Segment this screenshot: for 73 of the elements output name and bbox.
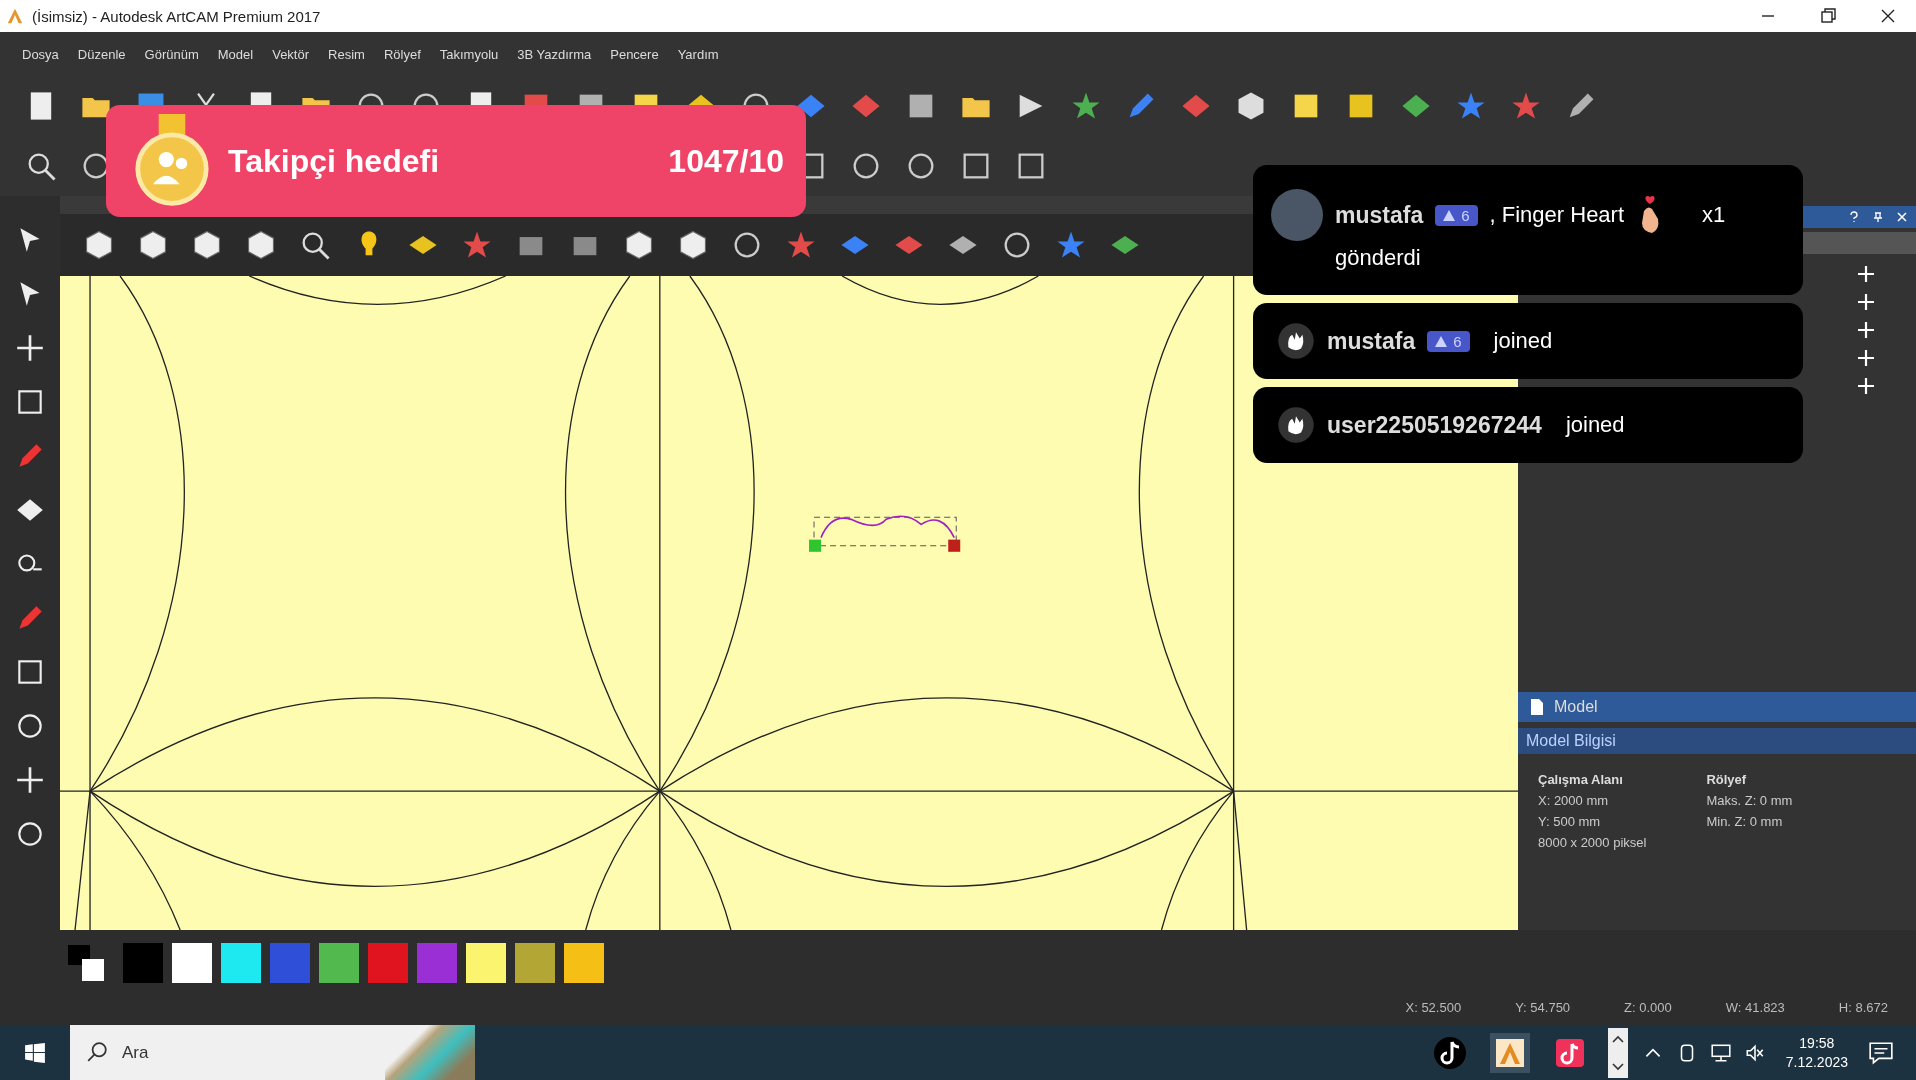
status-text: H: 8.672 (1838, 1000, 1888, 1015)
action-text: joined (1565, 412, 1625, 438)
waving-hand-icon (1277, 322, 1315, 360)
plus-icon[interactable] (1856, 292, 1876, 312)
menu-item[interactable]: Pencere (610, 46, 659, 62)
scroll-arrows-icon[interactable] (1607, 1027, 1628, 1078)
clock-time[interactable]: 19:58 (1799, 1035, 1835, 1051)
windows-start-icon[interactable] (24, 1041, 46, 1064)
info-text: 8000 x 2000 piksel (1538, 835, 1647, 850)
color-swatch[interactable] (123, 942, 163, 983)
info-text: Y: 500 mm (1538, 814, 1602, 829)
clock-date[interactable]: 7.12.2023 (1785, 1054, 1848, 1070)
info-text: Min. Z: 0 mm (1706, 814, 1784, 829)
level-badge: 6 (1427, 330, 1470, 352)
username: mustafa (1327, 327, 1416, 355)
plus-icon[interactable] (1856, 264, 1876, 284)
selected-curve[interactable] (809, 515, 961, 552)
status-text: W: 41.823 (1725, 1000, 1785, 1015)
color-swatch[interactable] (270, 942, 310, 983)
level-badge: 6 (1435, 204, 1478, 226)
avatar (1271, 189, 1323, 241)
plus-icon[interactable] (1856, 348, 1876, 368)
menu-item[interactable]: Rölyef (383, 46, 421, 62)
menu-item[interactable]: Model (217, 46, 254, 62)
medal-icon (134, 113, 210, 209)
color-swatch[interactable] (221, 942, 261, 983)
plus-icon[interactable] (1856, 320, 1876, 340)
action-text: joined (1493, 328, 1553, 354)
info-text: Maks. Z: 0 mm (1706, 793, 1793, 808)
username: mustafa (1335, 201, 1424, 229)
app-logo-icon (6, 7, 24, 25)
color-swap-icon[interactable] (66, 942, 106, 983)
gift-name: , Finger Heart (1489, 202, 1625, 228)
close-icon[interactable] (1896, 211, 1908, 223)
letter-a-app-icon[interactable] (1489, 1032, 1530, 1073)
action-text: gönderdi (1335, 245, 1422, 271)
menu-item[interactable]: Vektör (272, 46, 310, 62)
plus-icon[interactable] (1856, 376, 1876, 396)
info-heading: Çalışma Alanı (1538, 772, 1624, 787)
info-heading: Rölyef (1706, 772, 1748, 787)
menu-item[interactable]: Resim (328, 46, 365, 62)
waving-hand-icon (1277, 406, 1315, 444)
help-icon[interactable] (1848, 211, 1860, 223)
status-text: Y: 54.750 (1515, 1000, 1571, 1015)
menu-item[interactable]: Yardım (677, 46, 719, 62)
color-swatch[interactable] (466, 942, 506, 983)
panel-title: Model (1554, 698, 1598, 716)
color-swatch[interactable] (564, 942, 604, 983)
menu-item[interactable]: 3B Yazdırma (517, 46, 592, 62)
section-header[interactable]: Model Bilgisi (1518, 728, 1916, 754)
pin-icon[interactable] (1872, 211, 1884, 223)
document-icon (1530, 698, 1544, 716)
goal-count: 1047/10 (668, 142, 784, 180)
status-text: X: 52.500 (1405, 1000, 1462, 1015)
window-title: (İsimsiz) - Autodesk ArtCAM Premium 2017 (32, 7, 321, 25)
notification-icon[interactable] (1868, 1039, 1894, 1066)
color-swatch[interactable] (172, 942, 212, 983)
menu-item[interactable]: Takımyolu (439, 46, 499, 62)
search-icon (86, 1041, 108, 1063)
color-swatch[interactable] (319, 942, 359, 983)
color-swatch[interactable] (417, 942, 457, 983)
color-swatch[interactable] (368, 942, 408, 983)
info-text: X: 2000 mm (1538, 793, 1610, 808)
color-swatch[interactable] (515, 942, 555, 983)
search-field[interactable]: Ara (70, 1025, 385, 1080)
goal-label: Takipçi hedefi (228, 142, 439, 180)
gift-count: x1 (1702, 202, 1726, 228)
username: user2250519267244 (1327, 411, 1542, 439)
menu-item[interactable]: Dosya (22, 46, 59, 62)
menu-item[interactable]: Görünüm (144, 46, 199, 62)
menu-item[interactable]: Düzenle (77, 46, 126, 62)
status-text: Z: 0.000 (1624, 1000, 1672, 1015)
restore-icon[interactable] (1818, 6, 1838, 26)
